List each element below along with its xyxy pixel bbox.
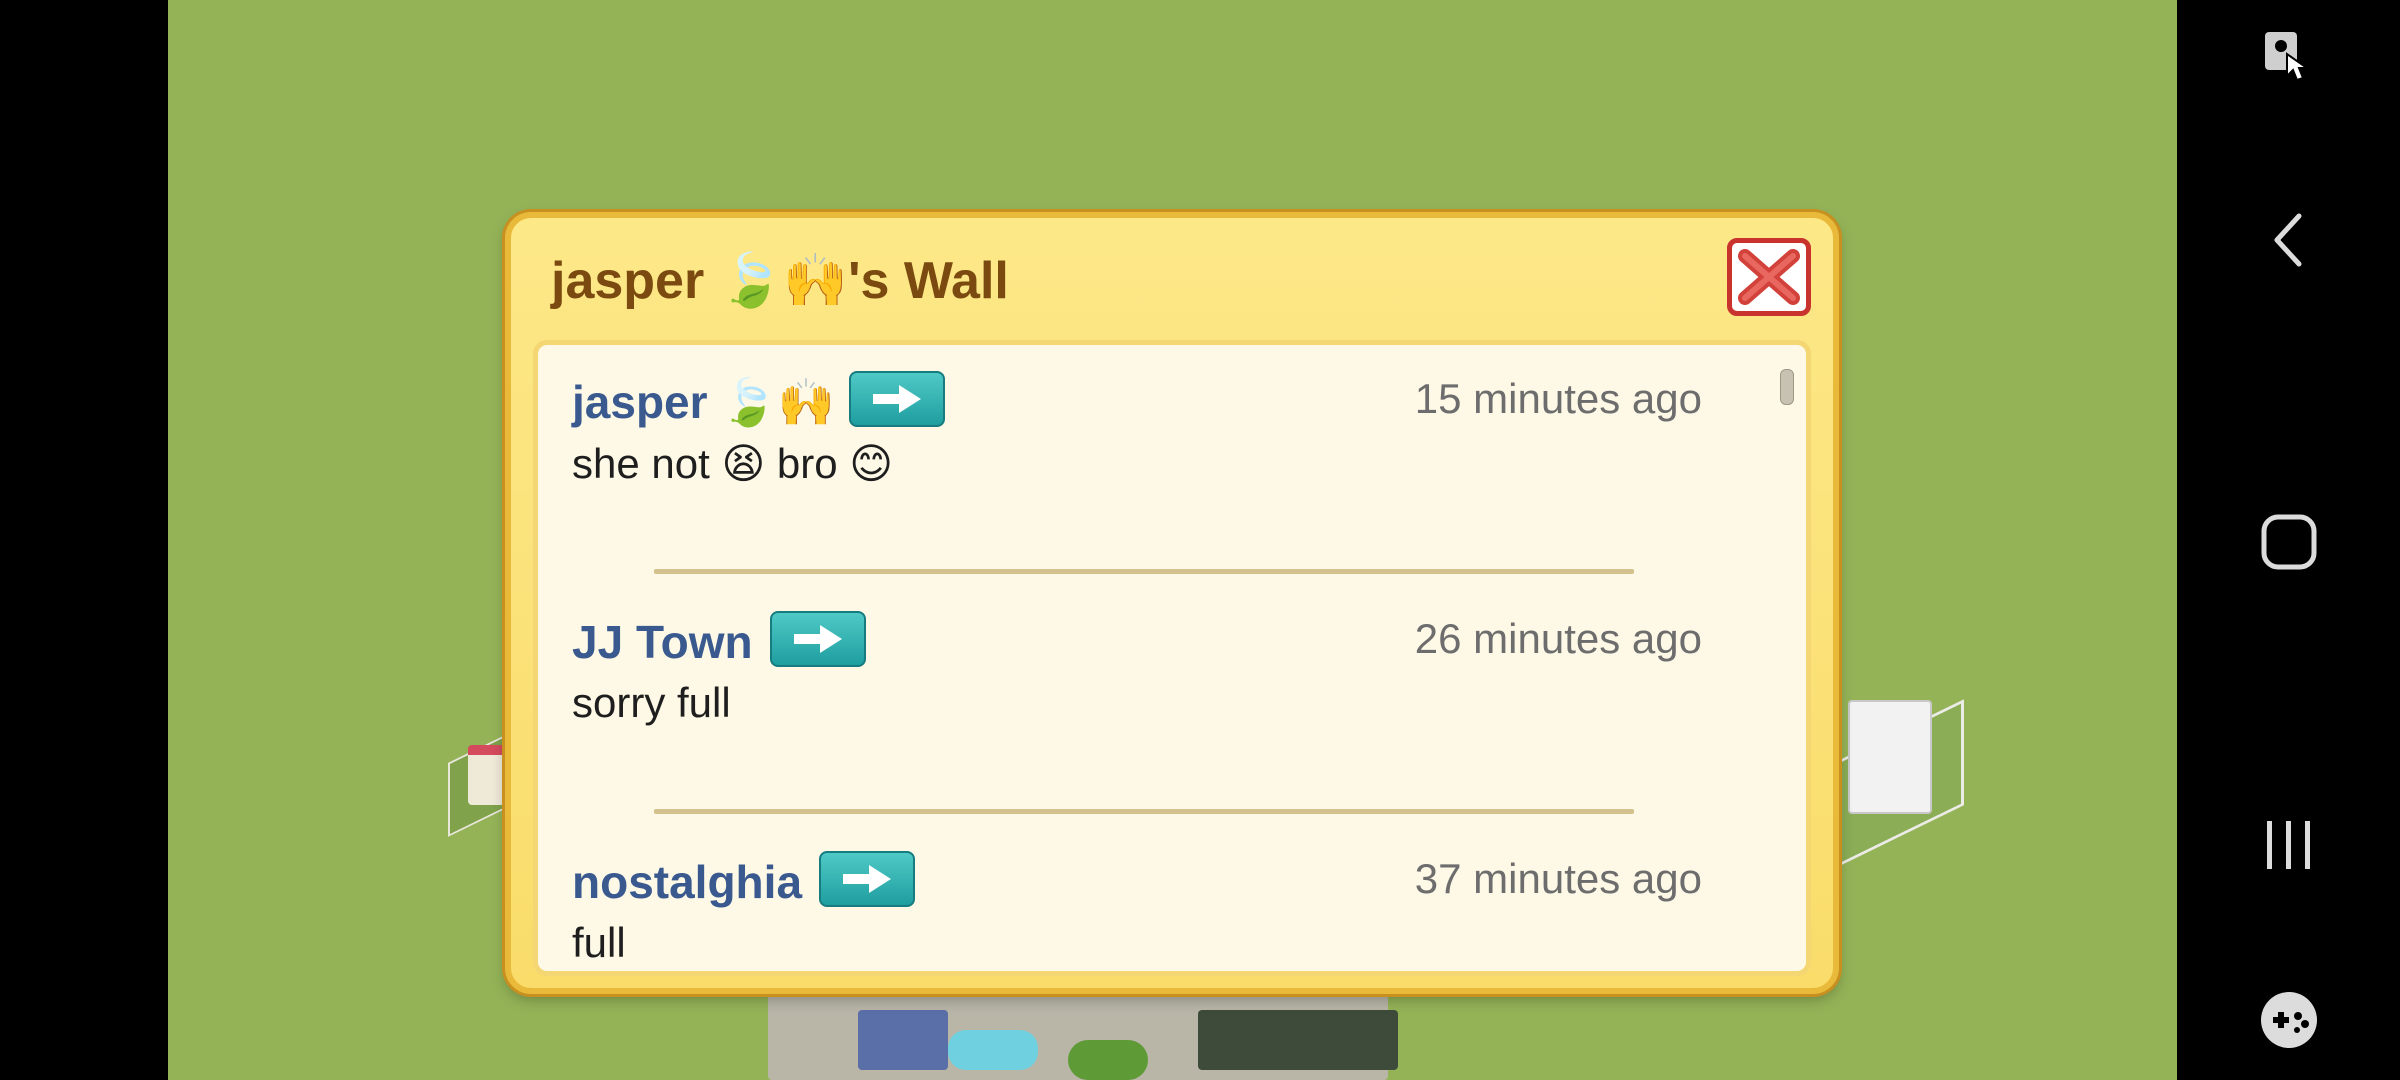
- arrow-right-icon: [843, 865, 891, 893]
- post-timestamp: 15 minutes ago: [1414, 375, 1702, 422]
- system-nav-bar: [2177, 0, 2400, 1080]
- post-timestamp: 37 minutes ago: [1414, 855, 1702, 902]
- post-message: full: [572, 919, 626, 966]
- wall-dialog: jasper 🍃🙌's Wall jasper 🍃🙌 15 minutes ag…: [505, 212, 1839, 994]
- home-icon: [2261, 514, 2317, 570]
- wall-post: nostalghia 37 minutes ago full: [572, 851, 1702, 971]
- house-building-left: [468, 745, 508, 805]
- scrollbar-thumb[interactable]: [1780, 369, 1794, 405]
- wall-post: jasper 🍃🙌 15 minutes ago she not 😫 bro 😊: [572, 371, 1702, 575]
- post-divider: [654, 569, 1634, 574]
- close-x-icon: [1738, 249, 1800, 305]
- home-button[interactable]: [2239, 492, 2339, 592]
- arrow-right-icon: [794, 625, 842, 653]
- game-launcher-button[interactable]: [2239, 970, 2339, 1070]
- dialog-title: jasper 🍃🙌's Wall: [551, 252, 1009, 310]
- touch-assist-button[interactable]: [2239, 6, 2339, 106]
- trees-cluster: [1068, 1040, 1148, 1080]
- post-divider: [654, 809, 1634, 814]
- back-icon: [2274, 213, 2302, 267]
- visit-city-button[interactable]: [819, 851, 915, 907]
- close-button[interactable]: [1727, 238, 1811, 316]
- post-message: sorry full: [572, 679, 731, 726]
- touch-assist-icon: [2265, 32, 2311, 82]
- post-author[interactable]: nostalghia: [572, 855, 802, 909]
- game-launcher-icon: [2261, 992, 2317, 1048]
- left-letterbox: [0, 0, 168, 1080]
- back-button[interactable]: [2239, 190, 2339, 290]
- park-pool: [948, 1030, 1038, 1070]
- visit-city-button[interactable]: [849, 371, 945, 427]
- solar-field: [858, 1010, 948, 1070]
- recents-button[interactable]: [2239, 795, 2339, 895]
- arrow-right-icon: [873, 385, 921, 413]
- post-author[interactable]: JJ Town: [572, 615, 753, 669]
- post-message: she not 😫 bro 😊: [572, 440, 894, 487]
- wall-post: JJ Town 26 minutes ago sorry full: [572, 611, 1702, 815]
- recents-icon: [2267, 821, 2310, 869]
- office-building-right: [1848, 700, 1932, 814]
- visit-city-button[interactable]: [770, 611, 866, 667]
- post-timestamp: 26 minutes ago: [1414, 615, 1702, 662]
- houses-row: [1198, 1010, 1398, 1070]
- wall-posts-list[interactable]: jasper 🍃🙌 15 minutes ago she not 😫 bro 😊…: [533, 340, 1811, 976]
- post-author[interactable]: jasper 🍃🙌: [572, 375, 835, 430]
